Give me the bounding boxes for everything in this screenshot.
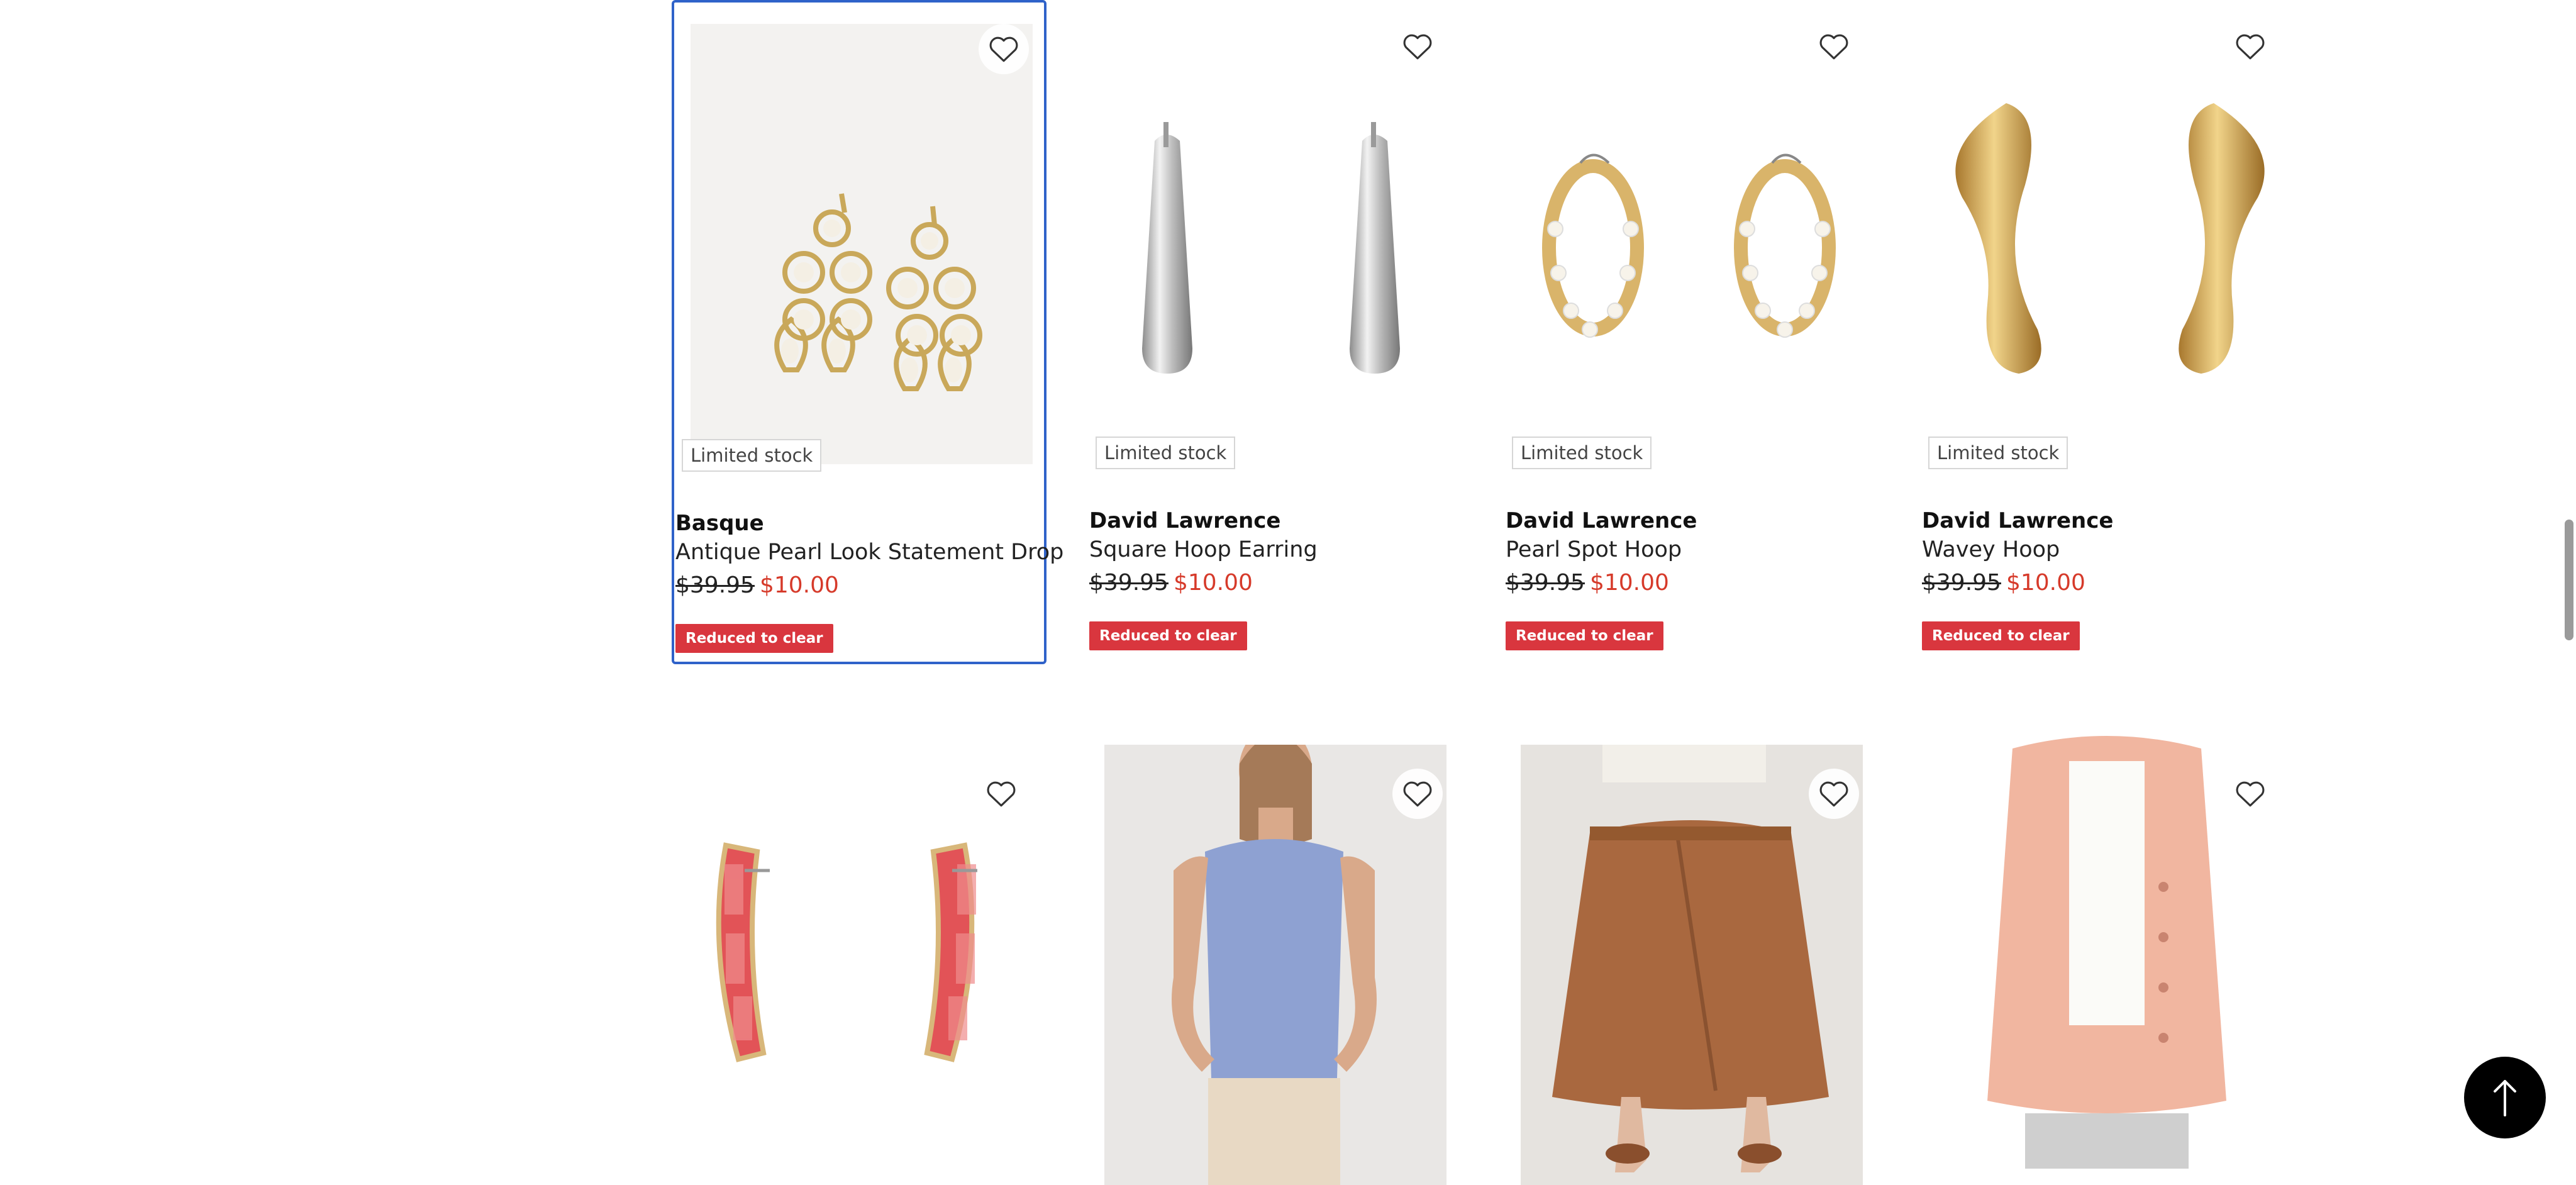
product-image[interactable] bbox=[1104, 745, 1446, 1185]
product-card[interactable] bbox=[1921, 723, 2296, 1169]
original-price: $39.95 bbox=[1506, 570, 1585, 596]
product-brand[interactable]: David Lawrence bbox=[1506, 508, 1697, 533]
product-brand[interactable]: Basque bbox=[675, 511, 764, 536]
heart-outline-icon bbox=[1403, 34, 1432, 60]
product-grid: Limited stock Basque Antique Pearl Look … bbox=[0, 0, 2576, 1185]
promo-badge: Reduced to clear bbox=[1922, 621, 2080, 650]
product-image[interactable] bbox=[1521, 21, 1863, 462]
product-image[interactable] bbox=[1937, 21, 2279, 462]
promo-badge: Reduced to clear bbox=[1089, 621, 1247, 650]
product-name[interactable]: Square Hoop Earring bbox=[1089, 537, 1318, 562]
product-card[interactable] bbox=[1088, 723, 1463, 1185]
sale-price: $10.00 bbox=[1589, 570, 1669, 596]
back-to-top-button[interactable] bbox=[2464, 1057, 2546, 1138]
product-brand[interactable]: David Lawrence bbox=[1922, 508, 2113, 533]
original-price: $39.95 bbox=[1089, 570, 1169, 596]
scrollbar-thumb[interactable] bbox=[2565, 520, 2573, 640]
product-name[interactable]: Pearl Spot Hoop bbox=[1506, 537, 1682, 562]
product-image[interactable] bbox=[688, 745, 1030, 1185]
arrow-up-icon bbox=[2494, 1080, 2516, 1116]
sale-price: $10.00 bbox=[1173, 570, 1253, 596]
product-card[interactable]: Limited stock David Lawrence Pearl Spot … bbox=[1504, 0, 1879, 664]
product-image[interactable] bbox=[1521, 745, 1863, 1185]
promo-badge: Reduced to clear bbox=[1506, 621, 1663, 650]
product-price: $39.95 $10.00 bbox=[1922, 570, 2085, 596]
product-card[interactable] bbox=[672, 723, 1046, 1169]
product-card[interactable]: Limited stock David Lawrence Wavey Hoop … bbox=[1921, 0, 2296, 664]
wishlist-button[interactable] bbox=[1392, 21, 1443, 72]
product-name[interactable]: Antique Pearl Look Statement Drop bbox=[675, 540, 1063, 565]
wishlist-button[interactable] bbox=[1392, 769, 1443, 819]
product-price: $39.95 $10.00 bbox=[675, 572, 839, 598]
heart-outline-icon bbox=[987, 781, 1016, 807]
product-card[interactable]: Limited stock Basque Antique Pearl Look … bbox=[672, 0, 1063, 664]
product-name[interactable]: Wavey Hoop bbox=[1922, 537, 2060, 562]
promo-badge: Reduced to clear bbox=[675, 624, 833, 653]
product-image[interactable] bbox=[691, 24, 1033, 464]
original-price: $39.95 bbox=[1922, 570, 2001, 596]
stock-badge: Limited stock bbox=[1512, 437, 1652, 469]
sale-price: $10.00 bbox=[2006, 570, 2085, 596]
wishlist-button[interactable] bbox=[1809, 21, 1859, 72]
wishlist-button[interactable] bbox=[1809, 769, 1859, 819]
heart-outline-icon bbox=[1819, 781, 1848, 807]
wishlist-button[interactable] bbox=[979, 24, 1029, 74]
heart-outline-icon bbox=[2236, 781, 2265, 807]
product-price: $39.95 $10.00 bbox=[1089, 570, 1253, 596]
heart-outline-icon bbox=[1819, 34, 1848, 60]
wishlist-button[interactable] bbox=[976, 769, 1026, 819]
heart-outline-icon bbox=[2236, 34, 2265, 60]
sale-price: $10.00 bbox=[759, 572, 839, 598]
product-image[interactable] bbox=[1104, 21, 1446, 462]
stock-badge: Limited stock bbox=[682, 439, 822, 472]
original-price: $39.95 bbox=[675, 572, 755, 598]
stock-badge: Limited stock bbox=[1096, 437, 1236, 469]
stock-badge: Limited stock bbox=[1928, 437, 2068, 469]
wishlist-button[interactable] bbox=[2225, 769, 2275, 819]
heart-outline-icon bbox=[989, 36, 1018, 62]
product-price: $39.95 $10.00 bbox=[1506, 570, 1669, 596]
product-card[interactable]: Limited stock David Lawrence Square Hoop… bbox=[1088, 0, 1463, 664]
product-brand[interactable]: David Lawrence bbox=[1089, 508, 1280, 533]
product-card[interactable] bbox=[1504, 723, 1879, 1185]
heart-outline-icon bbox=[1403, 781, 1432, 807]
wishlist-button[interactable] bbox=[2225, 21, 2275, 72]
